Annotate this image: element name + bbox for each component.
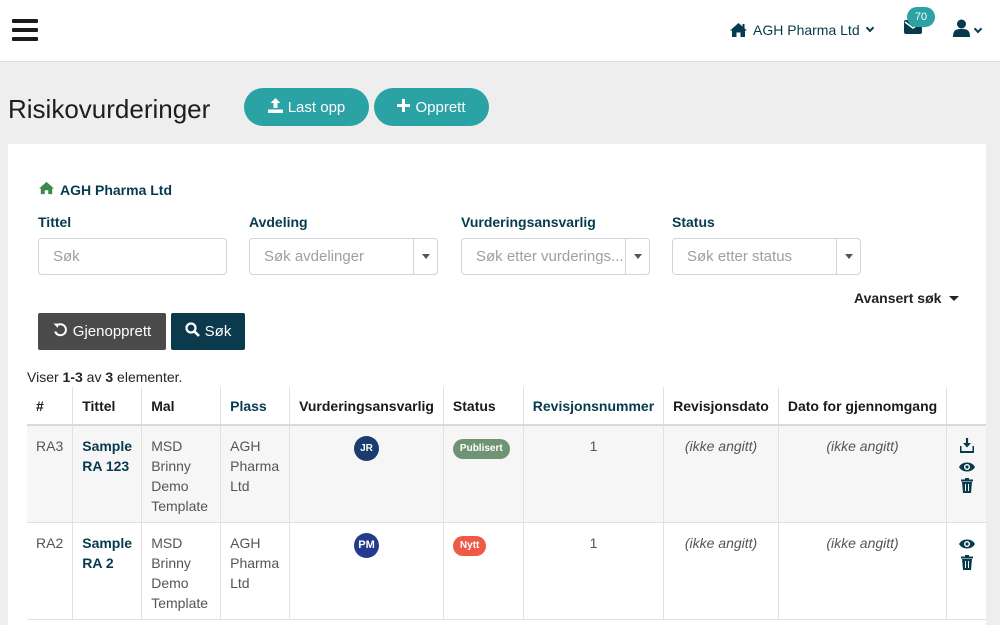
upload-icon (267, 97, 283, 117)
caret-down-icon[interactable] (836, 239, 860, 274)
department-placeholder: Søk avdelinger (264, 248, 365, 265)
summary-middle: av (82, 369, 106, 385)
row-title-cell: Sample RA 123 (72, 425, 142, 523)
results-summary: Viser 1-3 av 3 elementer. (27, 369, 182, 385)
row-assessor: PM (289, 522, 444, 620)
row-location: AGH Pharma Ltd (220, 425, 290, 523)
column-header-id: # (27, 387, 73, 426)
column-header-status: Status (442, 387, 524, 426)
column-header-revision-date: Revisjonsdato (663, 387, 779, 426)
department-select[interactable]: Søk avdelinger (249, 238, 438, 275)
upload-button[interactable]: Last opp (244, 88, 369, 126)
title-search-placeholder: Søk (53, 248, 80, 265)
column-header-actions (946, 387, 986, 426)
create-button-label: Opprett (415, 98, 466, 116)
page-title: Risikovurderinger (8, 94, 211, 124)
row-id: RA3 (27, 425, 73, 523)
search-icon (185, 322, 200, 341)
row-assessor: JR (289, 425, 444, 523)
caret-down-icon[interactable] (625, 239, 649, 274)
advanced-search-label: Avansert søk (854, 290, 942, 306)
column-header-template: Mal (141, 387, 221, 426)
mail-count-badge: 70 (907, 7, 935, 27)
caret-down-icon (949, 295, 960, 301)
summary-range: 1-3 (62, 369, 83, 385)
row-revision-date: (ikke angitt) (663, 425, 779, 523)
create-button[interactable]: Opprett (374, 88, 489, 126)
upload-button-label: Last opp (287, 98, 346, 116)
search-button[interactable]: Søk (171, 313, 245, 350)
status-placeholder: Søk etter status (687, 248, 793, 265)
advanced-search-toggle[interactable]: Avansert søk (854, 290, 960, 306)
row-location: AGH Pharma Ltd (220, 522, 290, 620)
content-card: AGH Pharma Ltd Tittel Søk Avdeling Søk a… (8, 144, 986, 625)
avatar: PM (353, 532, 379, 558)
row-template: MSD Brinny Demo Template (141, 522, 221, 620)
home-icon (729, 22, 748, 38)
org-heading: AGH Pharma Ltd (38, 181, 172, 198)
status-badge: Nytt (452, 535, 487, 556)
row-revision-date: (ikke angitt) (663, 522, 779, 620)
row-actions (946, 522, 986, 620)
top-navbar: AGH Pharma Ltd 70 (0, 0, 1000, 62)
assessor-placeholder: Søk etter vurderings... (476, 248, 624, 265)
row-title-link[interactable]: Sample RA 123 (82, 438, 132, 474)
risk-assessment-table: # Tittel Mal Plass Vurderingsansvarlig S… (27, 387, 986, 620)
status-select[interactable]: Søk etter status (672, 238, 861, 275)
search-button-label: Søk (204, 323, 232, 340)
summary-suffix: elementer. (113, 369, 183, 385)
user-menu[interactable] (953, 19, 983, 42)
department-filter-label: Avdeling (249, 214, 308, 230)
download-icon[interactable] (959, 438, 975, 454)
home-icon (38, 181, 55, 198)
row-review-date: (ikke angitt) (777, 425, 947, 523)
title-search-input[interactable]: Søk (38, 238, 227, 275)
eye-icon[interactable] (958, 535, 975, 551)
trash-icon[interactable] (960, 554, 973, 571)
caret-down-icon[interactable] (413, 239, 437, 274)
table-row: RA2 Sample RA 2 MSD Brinny Demo Template… (27, 522, 986, 620)
column-header-assessor: Vurderingsansvarlig (289, 387, 444, 426)
table-row: RA3 Sample RA 123 MSD Brinny Demo Templa… (27, 425, 986, 523)
row-revision: 1 (522, 522, 664, 620)
trash-icon[interactable] (960, 478, 973, 494)
row-revision: 1 (522, 425, 664, 523)
eye-icon[interactable] (958, 458, 975, 474)
summary-prefix: Viser (27, 369, 63, 385)
reset-button[interactable]: Gjenopprett (38, 313, 166, 350)
row-template: MSD Brinny Demo Template (141, 425, 221, 523)
user-icon (953, 19, 970, 42)
undo-icon (53, 322, 68, 341)
row-actions (946, 425, 986, 523)
chevron-down-icon (865, 23, 874, 33)
assessor-filter-label: Vurderingsansvarlig (461, 214, 596, 230)
reset-button-label: Gjenopprett (72, 323, 152, 340)
column-header-title[interactable]: Tittel (72, 387, 142, 426)
summary-total: 3 (105, 369, 114, 385)
row-title-cell: Sample RA 2 (72, 522, 142, 620)
org-switcher-label: AGH Pharma Ltd (753, 22, 860, 38)
assessor-select[interactable]: Søk etter vurderings... (461, 238, 650, 275)
org-switcher[interactable]: AGH Pharma Ltd (729, 19, 874, 41)
row-id: RA2 (27, 522, 73, 620)
org-heading-label: AGH Pharma Ltd (60, 181, 173, 198)
column-header-location[interactable]: Plass (220, 387, 290, 426)
row-status: Nytt (442, 522, 524, 620)
column-header-review-date: Dato for gjennomgang (777, 387, 947, 426)
table-header-row: # Tittel Mal Plass Vurderingsansvarlig S… (27, 387, 986, 426)
column-header-revision[interactable]: Revisjonsnummer (522, 387, 664, 426)
row-status: Publisert (442, 425, 524, 523)
plus-icon (397, 98, 411, 116)
menu-icon[interactable] (12, 19, 38, 41)
status-badge: Publisert (452, 439, 510, 459)
title-filter-label: Tittel (38, 214, 72, 230)
avatar: JR (353, 436, 379, 461)
row-title-link[interactable]: Sample RA 2 (82, 535, 132, 571)
row-review-date: (ikke angitt) (777, 522, 947, 620)
status-filter-label: Status (672, 214, 715, 230)
chevron-down-icon (973, 24, 983, 33)
